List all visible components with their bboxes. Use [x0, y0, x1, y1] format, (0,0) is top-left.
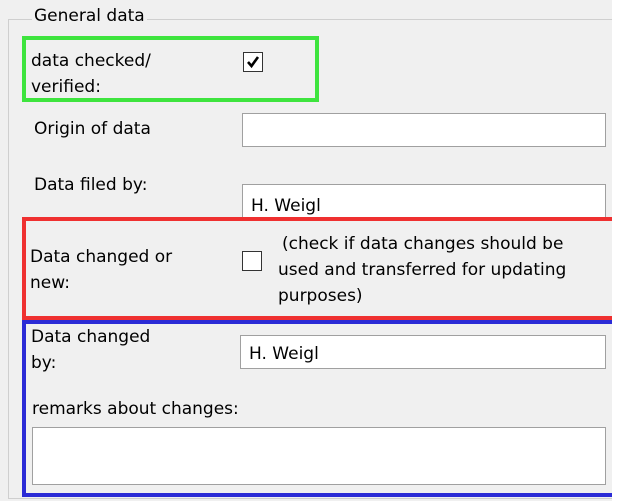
data-filed-by-label: Data filed by:: [34, 175, 148, 195]
groupbox-title: General data: [32, 5, 147, 27]
highlight-box-red: [22, 217, 621, 320]
general-data-panel: General data data checked/ verified: Ori…: [0, 0, 626, 501]
data-filed-by-field[interactable]: H. Weigl: [242, 184, 606, 218]
highlight-box-blue: [22, 320, 621, 497]
origin-of-data-label: Origin of data: [34, 119, 151, 139]
origin-of-data-field[interactable]: [242, 113, 606, 147]
window-right-edge: [612, 0, 626, 501]
highlight-box-green: [22, 36, 319, 102]
